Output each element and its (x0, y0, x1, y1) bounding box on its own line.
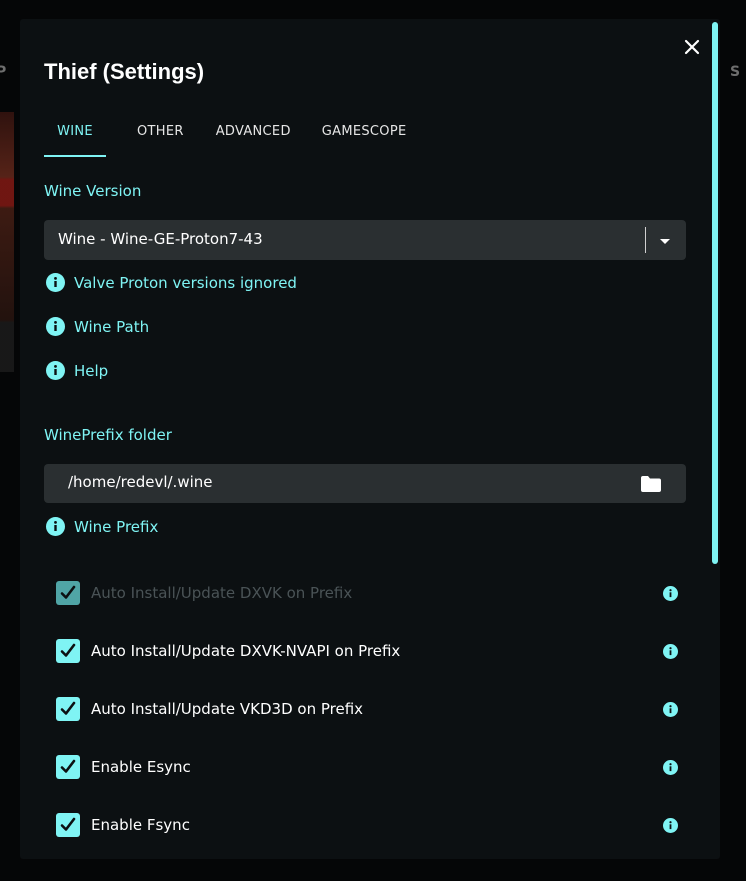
settings-modal: Thief (Settings) WINE OTHER ADVANCED GAM… (20, 19, 720, 859)
wineprefix-value: /home/redevl/.wine (68, 473, 213, 491)
checkmark-icon (60, 817, 76, 831)
wineprefix-label: WinePrefix folder (44, 426, 172, 444)
checkbox-row-dxvk-nvapi: Auto Install/Update DXVK-NVAPI on Prefix (56, 637, 686, 665)
wine-version-value: Wine - Wine-GE-Proton7-43 (58, 230, 263, 248)
background-text-fragment: S (730, 64, 741, 80)
checkbox-dxvk-nvapi[interactable] (56, 639, 80, 663)
checkmark-icon (60, 701, 76, 715)
tab-advanced[interactable]: ADVANCED (197, 116, 304, 155)
chevron-down-icon[interactable] (659, 232, 671, 251)
checkbox-vkd3d[interactable] (56, 697, 80, 721)
checkmark-icon (60, 643, 76, 657)
info-icon (46, 361, 65, 380)
close-button[interactable] (680, 35, 704, 59)
checkbox-row-esync: Enable Esync (56, 753, 686, 781)
settings-tabs: WINE OTHER ADVANCED GAMESCOPE (44, 116, 421, 157)
checkbox-row-dxvk: Auto Install/Update DXVK on Prefix (56, 579, 686, 607)
background-game-art (0, 112, 14, 372)
background-text-fragment: P (0, 64, 7, 80)
checkbox-label: Enable Esync (91, 758, 191, 776)
info-link-proton-ignored[interactable]: Valve Proton versions ignored (46, 273, 297, 292)
info-link-label: Help (74, 361, 109, 380)
checkmark-icon (60, 759, 76, 773)
info-icon (46, 273, 65, 292)
wineprefix-input[interactable]: /home/redevl/.wine (44, 464, 686, 503)
checkbox-esync[interactable] (56, 755, 80, 779)
checkbox-fsync[interactable] (56, 813, 80, 837)
folder-icon[interactable] (640, 475, 662, 493)
checkbox-label: Auto Install/Update DXVK-NVAPI on Prefix (91, 642, 401, 660)
info-icon[interactable] (663, 759, 678, 775)
checkbox-dxvk[interactable] (56, 581, 80, 605)
info-link-label: Wine Path (74, 317, 150, 336)
tab-wine[interactable]: WINE (44, 116, 106, 157)
checkbox-row-fsync: Enable Fsync (56, 811, 686, 839)
tab-other[interactable]: OTHER (106, 116, 197, 155)
tab-gamescope[interactable]: GAMESCOPE (304, 116, 421, 155)
checkbox-row-vkd3d: Auto Install/Update VKD3D on Prefix (56, 695, 686, 723)
wine-version-select[interactable]: Wine - Wine-GE-Proton7-43 (44, 220, 686, 260)
info-icon[interactable] (663, 643, 678, 659)
wine-version-label: Wine Version (44, 182, 142, 200)
checkmark-icon (60, 585, 76, 599)
select-divider (645, 227, 646, 253)
checkbox-label: Auto Install/Update DXVK on Prefix (91, 584, 353, 602)
page-title: Thief (Settings) (44, 59, 205, 84)
close-icon (684, 39, 700, 55)
info-link-wine-prefix[interactable]: Wine Prefix (46, 517, 158, 536)
scrollbar[interactable] (712, 22, 718, 564)
info-link-label: Wine Prefix (74, 517, 159, 536)
checkbox-label: Auto Install/Update VKD3D on Prefix (91, 700, 364, 718)
info-icon[interactable] (663, 701, 678, 717)
info-icon[interactable] (663, 585, 678, 601)
info-icon[interactable] (663, 817, 678, 833)
info-icon (46, 517, 65, 536)
info-link-help[interactable]: Help (46, 361, 108, 380)
info-icon (46, 317, 65, 336)
checkbox-label: Enable Fsync (91, 816, 190, 834)
info-link-label: Valve Proton versions ignored (74, 273, 297, 292)
info-link-wine-path[interactable]: Wine Path (46, 317, 149, 336)
